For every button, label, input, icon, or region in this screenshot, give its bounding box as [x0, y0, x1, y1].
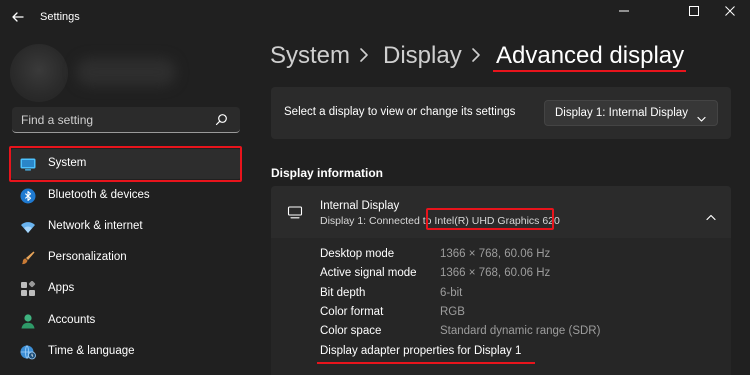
display-select-prompt: Select a display to view or change its s… [284, 106, 516, 118]
annotation-underline [493, 70, 686, 72]
search-input[interactable]: Find a setting [21, 113, 93, 127]
bluetooth-icon [20, 188, 36, 204]
sidebar-item-label: Network & internet [48, 220, 143, 232]
breadcrumb-item-system[interactable]: System [270, 42, 350, 70]
prop-value-color-format: RGB [440, 306, 465, 318]
display-info-header[interactable]: Internal Display Display 1: Connected to… [271, 186, 731, 238]
section-title: Display information [271, 166, 384, 180]
sidebar-item-label: Bluetooth & devices [48, 189, 150, 201]
prop-value-active-signal-mode: 1366 × 768, 60.06 Hz [440, 267, 551, 279]
display-select-card: Select a display to view or change its s… [271, 87, 731, 139]
brush-icon [20, 250, 36, 266]
annotation-underline [317, 362, 535, 364]
minimize-button[interactable] [604, 0, 644, 22]
chevron-right-icon [470, 47, 482, 63]
prop-value-color-space: Standard dynamic range (SDR) [440, 325, 601, 337]
search-box[interactable]: Find a setting [12, 107, 240, 133]
sidebar-item-label: Time & language [48, 345, 135, 357]
connection-prefix: Display 1: Connected to [320, 215, 435, 227]
maximize-button[interactable] [674, 0, 714, 22]
app-title: Settings [40, 11, 80, 23]
sidebar-item-network[interactable]: Network & internet [10, 212, 242, 242]
prop-label-bit-depth: Bit depth [320, 287, 366, 299]
monitor-icon [287, 206, 303, 219]
page-title: Advanced display [496, 42, 685, 69]
prop-label-active-signal-mode: Active signal mode [320, 267, 417, 279]
breadcrumb-item-display[interactable]: Display [383, 42, 462, 70]
avatar [10, 44, 68, 102]
user-profile[interactable] [10, 44, 240, 104]
person-icon [20, 313, 36, 329]
annotation-highlight-box [9, 146, 242, 182]
display-name: Internal Display [320, 200, 400, 212]
prop-label-color-space: Color space [320, 325, 382, 337]
apps-icon [20, 280, 36, 297]
maximize-icon [689, 6, 699, 16]
profile-name-blurred [76, 58, 176, 86]
display-adapter-properties-link[interactable]: Display adapter properties for Display 1 [320, 345, 521, 357]
prop-value-bit-depth: 6-bit [440, 287, 463, 299]
chevron-right-icon [358, 47, 370, 63]
sidebar: Find a setting System Bluetooth & device… [0, 34, 252, 375]
close-icon [725, 6, 735, 16]
chevron-up-icon[interactable] [706, 208, 716, 221]
sidebar-item-personalization[interactable]: Personalization [10, 243, 242, 273]
prop-label-color-format: Color format [320, 306, 384, 318]
display-dropdown[interactable]: Display 1: Internal Display [544, 100, 718, 126]
sidebar-item-accounts[interactable]: Accounts [10, 306, 242, 336]
sidebar-item-bluetooth[interactable]: Bluetooth & devices [10, 181, 242, 211]
sidebar-item-label: Accounts [48, 314, 96, 326]
minimize-icon [619, 10, 629, 12]
display-dropdown-value: Display 1: Internal Display [555, 107, 688, 119]
sidebar-item-label: Personalization [48, 251, 127, 263]
wifi-icon [20, 219, 36, 235]
sidebar-item-label: Apps [48, 282, 75, 294]
sidebar-item-apps[interactable]: Apps [10, 274, 242, 304]
back-arrow-icon[interactable] [10, 9, 26, 25]
globe-clock-icon [20, 344, 36, 360]
display-info-card: Internal Display Display 1: Connected to… [271, 186, 731, 375]
annotation-highlight-box [426, 208, 554, 230]
prop-label-desktop-mode: Desktop mode [320, 248, 395, 260]
title-bar: Settings [0, 0, 750, 34]
chevron-down-icon [697, 110, 706, 122]
prop-value-desktop-mode: 1366 × 768, 60.06 Hz [440, 248, 551, 260]
close-button[interactable] [710, 0, 750, 22]
sidebar-item-time-language[interactable]: Time & language [10, 337, 242, 367]
search-icon[interactable] [215, 113, 228, 126]
